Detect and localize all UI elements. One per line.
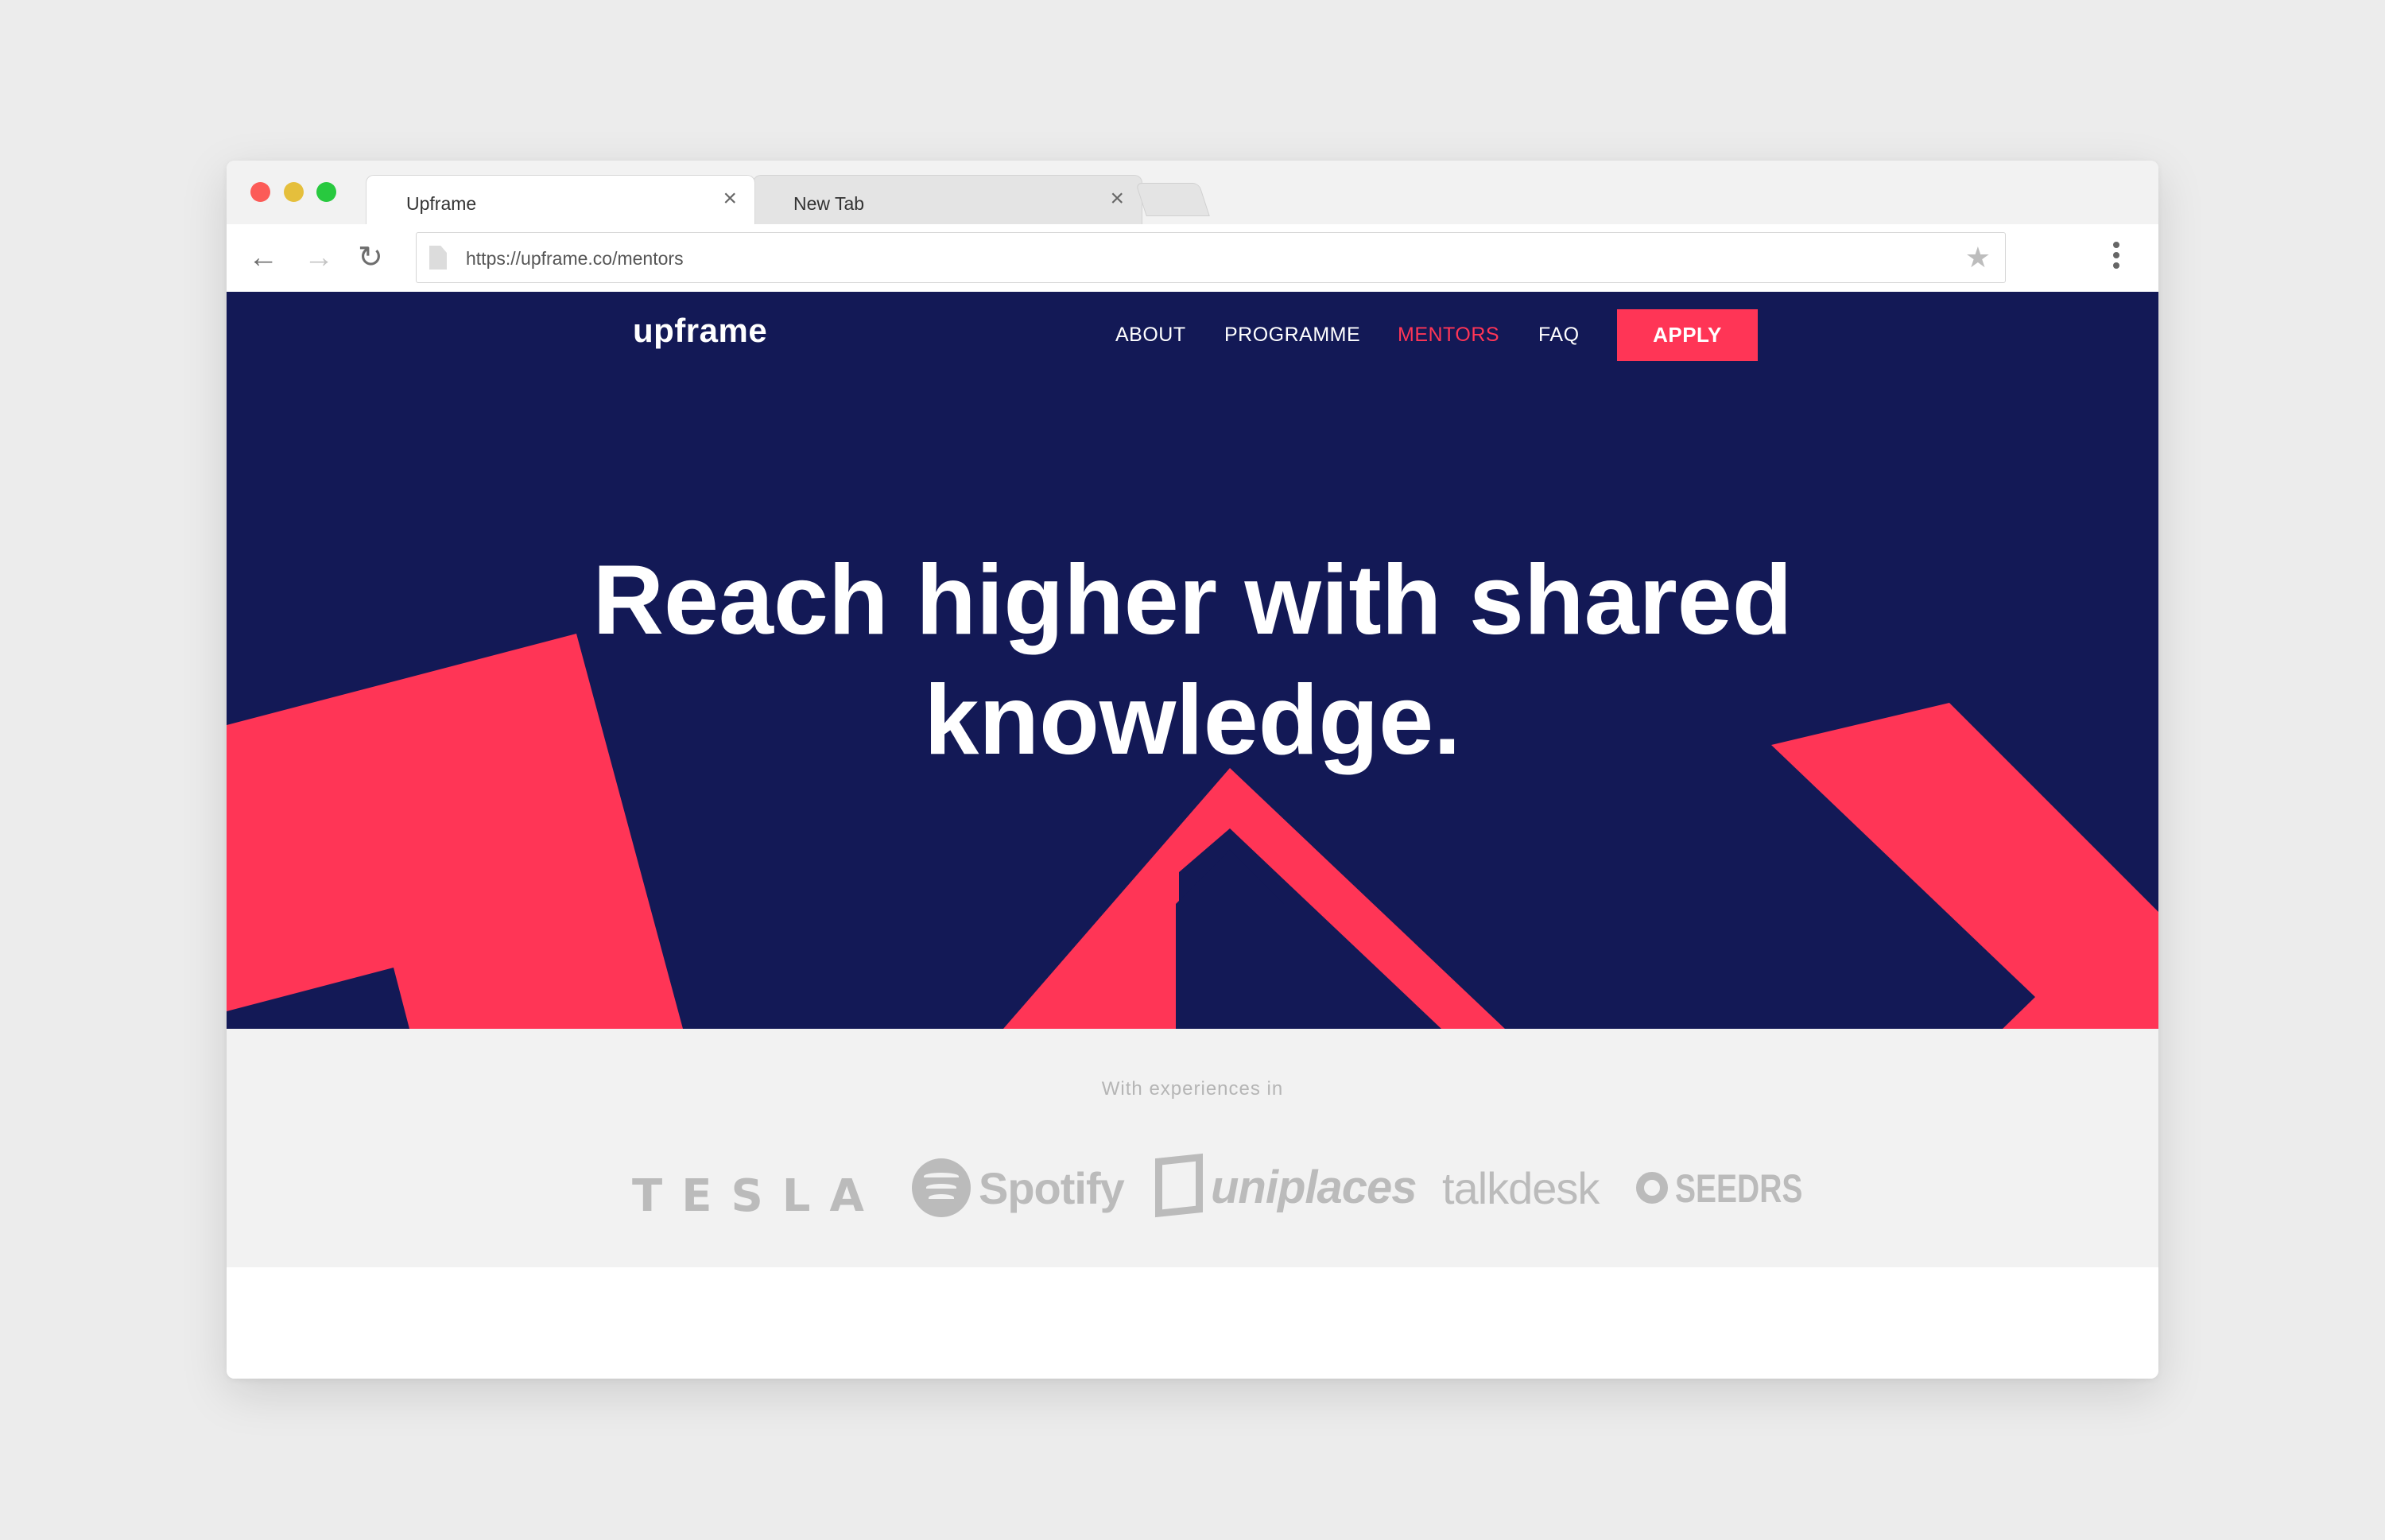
nav-faq-link[interactable]: FAQ [1538,324,1580,347]
talkdesk-logo: talkdesk [1442,1163,1600,1213]
address-bar[interactable]: https://upframe.co/mentors ★ [416,232,2006,283]
page-body [227,1267,2158,1379]
headline-line-1: Reach higher with shared [592,545,1793,655]
experience-label: With experiences in [1101,1078,1284,1100]
experience-section: With experiences in TESLA Spotify unipla… [227,1029,2158,1267]
new-tab-button[interactable] [1135,183,1210,216]
center-dark-notch [1176,850,1284,1029]
tab-title: Upframe [406,193,477,214]
nav-mentors-link[interactable]: MENTORS [1398,324,1499,347]
tab-new-tab[interactable]: New Tab × [753,175,1142,224]
maximize-window-button[interactable] [316,182,336,202]
minimize-window-button[interactable] [284,182,304,202]
hero-section: upframe ABOUT PROGRAMME MENTORS FAQ APPL… [227,292,2158,1029]
tab-upframe[interactable]: Upframe × [366,175,755,224]
nav-about-link[interactable]: ABOUT [1115,324,1186,347]
star-icon[interactable]: ★ [1965,242,1991,273]
close-icon[interactable]: × [723,187,737,211]
browser-toolbar: ← → ↻ https://upframe.co/mentors ★ [227,224,2158,292]
nav-programme-link[interactable]: PROGRAMME [1224,324,1360,347]
url-text[interactable]: https://upframe.co/mentors [466,248,684,270]
uniplaces-icon [1155,1153,1203,1218]
upframe-logo[interactable]: upframe [633,312,767,350]
close-icon[interactable]: × [1110,187,1124,211]
hero-headline: Reach higher with shared knowledge. [227,541,2158,781]
browser-chrome: Upframe × New Tab × ← → ↻ https://upfram… [227,161,2158,292]
seedrs-icon [1636,1172,1668,1204]
spotify-logo: Spotify [979,1163,1125,1213]
forward-arrow-icon[interactable]: → [304,242,334,273]
spotify-icon [912,1158,971,1217]
tesla-logo: TESLA [632,1170,883,1222]
page-icon [429,246,447,270]
headline-line-2: knowledge. [924,665,1461,775]
browser-window: Upframe × New Tab × ← → ↻ https://upfram… [227,161,2158,1379]
reload-icon[interactable]: ↻ [358,242,383,273]
menu-dots-icon[interactable] [2112,242,2120,273]
apply-button[interactable]: APPLY [1617,309,1758,361]
tab-title: New Tab [793,193,865,214]
close-window-button[interactable] [250,182,270,202]
seedrs-logo: SEEDRS [1675,1166,1803,1211]
back-arrow-icon[interactable]: ← [248,242,278,273]
uniplaces-logo: uniplaces [1211,1162,1417,1213]
